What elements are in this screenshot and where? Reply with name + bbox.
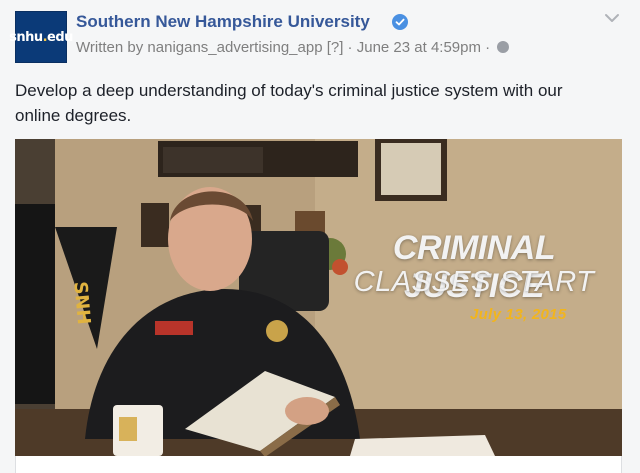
page-avatar[interactable]: snhu.edu	[9, 11, 73, 63]
post-meta: Written by nanigans_advertising_app [?] …	[76, 39, 510, 56]
post-message: Develop a deep understanding of today's …	[15, 78, 620, 128]
page-name-link[interactable]: Southern New Hampshire University	[76, 12, 370, 32]
avatar-logo: snhu.edu	[9, 29, 73, 45]
pennant-text: SNH	[69, 281, 94, 326]
chevron-down-icon[interactable]	[604, 12, 620, 24]
globe-icon	[497, 41, 510, 53]
class-start-date: July 13, 2015	[470, 306, 567, 323]
feed-post: snhu.edu Southern New Hampshire Universi…	[0, 0, 640, 473]
post-image[interactable]: SNH CRIMINAL JUSTICE CLASSES START July …	[15, 139, 622, 456]
verified-badge-icon	[392, 14, 408, 30]
byline-text[interactable]: Written by nanigans_advertising_app [?] …	[76, 39, 494, 56]
post-message-line-1: Develop a deep understanding of today's …	[15, 81, 563, 100]
post-message-line-2: online degrees.	[15, 106, 132, 125]
post-footer-strip	[15, 456, 622, 473]
subhead-text: CLASSES START	[353, 266, 595, 298]
